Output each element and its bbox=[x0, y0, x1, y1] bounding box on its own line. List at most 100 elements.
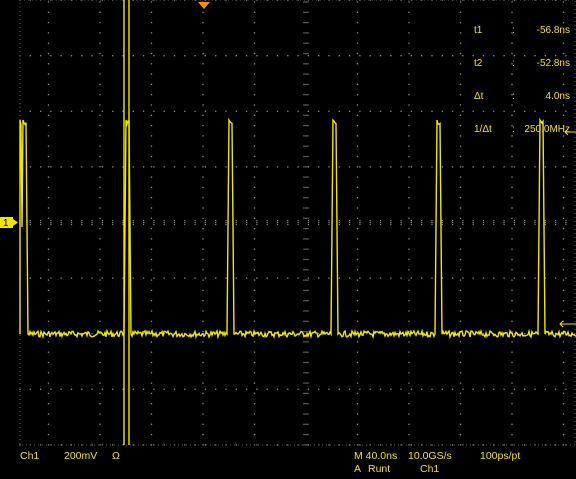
grid-dot bbox=[356, 382, 359, 384]
grid-dot bbox=[562, 341, 565, 343]
trigger-source[interactable]: Ch1 bbox=[420, 463, 439, 475]
grid-dot bbox=[431, 55, 433, 57]
grid-dot bbox=[482, 223, 485, 226]
grid-dot bbox=[511, 238, 513, 240]
grid-dot bbox=[202, 403, 204, 405]
grid-dot bbox=[408, 155, 410, 158]
cursor-label: t2 bbox=[474, 58, 483, 69]
grid-dot bbox=[459, 310, 462, 312]
grid-dot bbox=[204, 219, 206, 222]
svg-text:1: 1 bbox=[3, 218, 9, 229]
grid-dot bbox=[459, 300, 462, 302]
grid-dot bbox=[266, 166, 268, 168]
grid-dot bbox=[246, 223, 248, 226]
grid-dot bbox=[202, 289, 204, 292]
grid-dot bbox=[459, 269, 462, 271]
grid-dot bbox=[153, 55, 155, 57]
grid-dot bbox=[555, 223, 557, 226]
grid-dot bbox=[328, 444, 330, 446]
grid-dot bbox=[511, 341, 513, 343]
grid-dot bbox=[511, 423, 513, 425]
grid-dot bbox=[408, 289, 410, 292]
grid-dot bbox=[253, 361, 256, 364]
grid-dot bbox=[356, 269, 359, 271]
grid-dot bbox=[303, 186, 305, 188]
grid-dot bbox=[287, 166, 289, 168]
grid-dot bbox=[101, 221, 104, 224]
grid-dot bbox=[305, 279, 307, 281]
grid-dot bbox=[562, 197, 565, 199]
grid-dot bbox=[379, 166, 382, 168]
grid-dot bbox=[421, 219, 423, 222]
grid-dot bbox=[524, 221, 526, 224]
channel-coupling[interactable]: Ω bbox=[112, 450, 120, 462]
grid-dot bbox=[307, 382, 309, 384]
grid-dot bbox=[410, 0, 413, 1]
grid-dot bbox=[408, 341, 410, 343]
trigger-mode[interactable]: A bbox=[354, 463, 361, 475]
grid-dot bbox=[379, 55, 382, 57]
grid-dot bbox=[356, 207, 359, 209]
grid-dot bbox=[565, 223, 567, 226]
trigger-type[interactable]: Runt bbox=[368, 463, 390, 475]
grid-dot bbox=[99, 114, 101, 116]
grid-dot bbox=[150, 382, 153, 384]
grid-dot bbox=[356, 423, 359, 425]
grid-dot bbox=[150, 310, 153, 312]
grid-dot bbox=[163, 219, 165, 222]
grid-dot bbox=[305, 433, 307, 436]
grid-dot bbox=[459, 351, 462, 353]
grid-dot bbox=[150, 413, 153, 415]
grid-dot bbox=[50, 388, 52, 390]
cursor-value: 4.0ns bbox=[545, 91, 570, 102]
grid-dot bbox=[493, 277, 495, 279]
grid-dot bbox=[307, 388, 310, 390]
grid-dot bbox=[431, 388, 433, 390]
grid-dot bbox=[150, 135, 153, 137]
grid-dot bbox=[235, 110, 237, 112]
grid-dot bbox=[202, 42, 204, 44]
grid-dot bbox=[441, 219, 443, 222]
grid-dot bbox=[256, 221, 258, 224]
channel-name[interactable]: Ch1 bbox=[20, 450, 39, 462]
grid-dot bbox=[421, 221, 423, 224]
grid-dot bbox=[356, 135, 359, 137]
grid-dot bbox=[99, 289, 101, 292]
grid-dot bbox=[408, 207, 410, 209]
grid-dot bbox=[408, 372, 410, 374]
grid-dot bbox=[202, 351, 204, 353]
grid-dot bbox=[99, 258, 101, 261]
grid-dot bbox=[513, 166, 516, 168]
grid-dot bbox=[503, 223, 505, 226]
grid-dot bbox=[359, 219, 361, 222]
grid-dot bbox=[202, 155, 204, 158]
grid-dot bbox=[163, 388, 165, 390]
grid-dot bbox=[307, 104, 309, 106]
grid-dot bbox=[307, 219, 309, 222]
grid-dot bbox=[562, 351, 565, 353]
grid-dot bbox=[99, 1, 101, 3]
grid-dot bbox=[253, 21, 256, 24]
grid-dot bbox=[305, 176, 307, 178]
grid-dot bbox=[562, 361, 565, 364]
grid-dot bbox=[81, 388, 83, 390]
grid-dot bbox=[173, 277, 176, 279]
horizontal-timebase[interactable]: M 40.0ns bbox=[354, 450, 397, 462]
grid-dot bbox=[511, 382, 513, 384]
grid-dot bbox=[441, 221, 443, 224]
grid-dot bbox=[99, 124, 101, 127]
grid-dot bbox=[305, 392, 307, 395]
grid-dot bbox=[408, 63, 410, 65]
grid-dot bbox=[356, 341, 359, 343]
channel-scale[interactable]: 200mV bbox=[64, 450, 97, 462]
grid-dot bbox=[132, 223, 134, 226]
grid-dot bbox=[410, 219, 412, 222]
grid-dot bbox=[150, 114, 153, 116]
grid-dot bbox=[534, 277, 536, 279]
grid-dot bbox=[142, 221, 145, 224]
grid-dot bbox=[459, 32, 462, 34]
grid-dot bbox=[544, 444, 546, 446]
grid-dot bbox=[253, 227, 256, 230]
grid-dot bbox=[47, 238, 50, 240]
grid-dot bbox=[431, 219, 433, 222]
